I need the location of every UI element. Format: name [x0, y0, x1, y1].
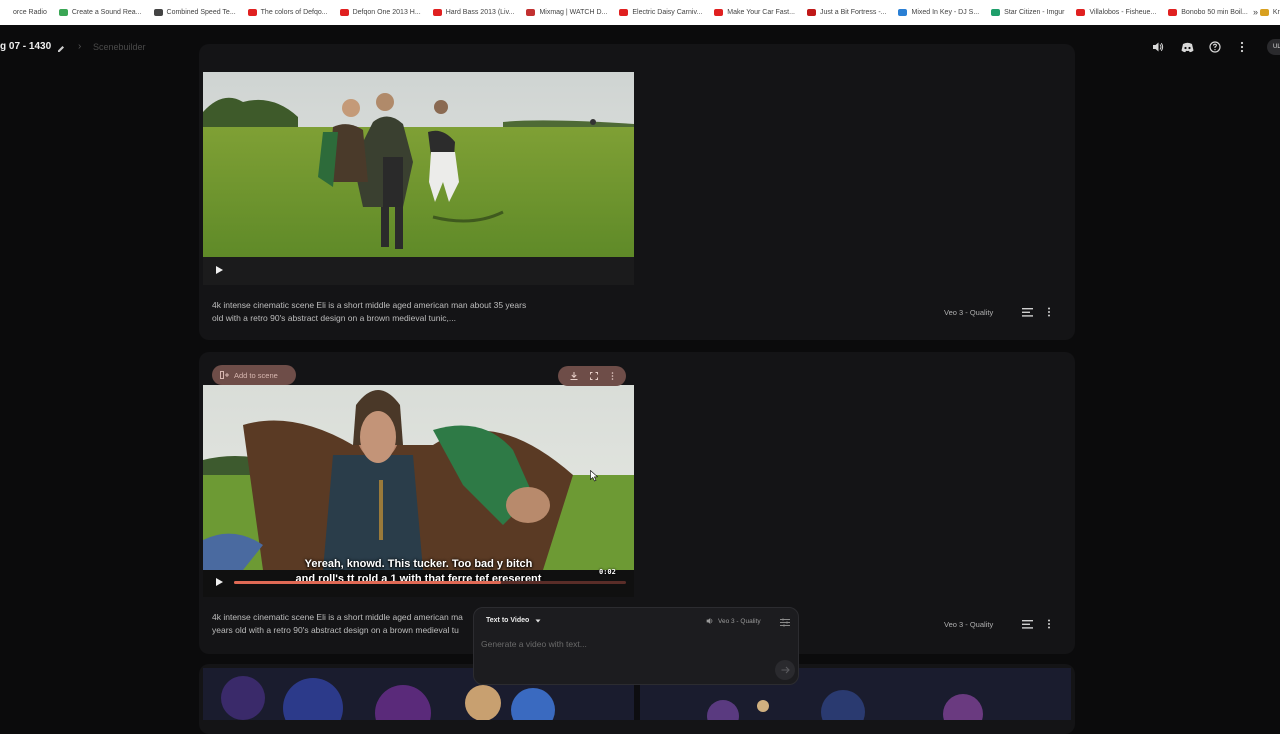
- reuse-prompt-icon[interactable]: [1021, 618, 1033, 630]
- bookmark-favicon-icon: [0, 9, 9, 16]
- help-icon[interactable]: [1208, 40, 1222, 54]
- breadcrumb-separator: ›: [78, 41, 82, 52]
- bookmark-item[interactable]: The colors of Defqo...: [247, 9, 328, 16]
- video-progress-bar[interactable]: [234, 581, 626, 584]
- bookmark-item[interactable]: Electric Daisy Carniv...: [619, 9, 702, 16]
- video-frame: [203, 72, 634, 257]
- bookmark-label: The colors of Defqo...: [260, 9, 328, 16]
- project-title[interactable]: g 07 - 1430: [0, 41, 51, 52]
- video-more-icon[interactable]: [611, 372, 614, 380]
- bookmark-item[interactable]: Star Citizen - Imgur: [991, 9, 1064, 16]
- video-tools: [558, 366, 626, 386]
- mode-dropdown[interactable]: Text to Video: [486, 617, 541, 624]
- bookmark-label: Villalobos - Fisheue...: [1089, 9, 1157, 16]
- download-icon[interactable]: [570, 372, 578, 380]
- discord-icon[interactable]: [1180, 40, 1194, 54]
- bookmarks-overflow-icon[interactable]: »: [1253, 7, 1258, 17]
- breadcrumb-scenebuilder[interactable]: Scenebuilder: [93, 42, 146, 52]
- add-scene-icon: [220, 371, 229, 379]
- bookmark-favicon-icon: [339, 9, 349, 16]
- bookmark-label: Hard Bass 2013 (Liv...: [445, 9, 515, 16]
- video-player[interactable]: [203, 72, 634, 285]
- bookmark-label: Combined Speed Te...: [166, 9, 236, 16]
- bookmark-label: Create a Sound Rea...: [71, 9, 142, 16]
- arrow-right-icon: [781, 666, 790, 674]
- clip-description: 4k intense cinematic scene Eli is a shor…: [212, 300, 527, 323]
- bookmark-favicon-icon: [619, 9, 629, 16]
- user-avatar[interactable]: UL: [1267, 39, 1280, 55]
- bookmark-label: Mixmag | WATCH D...: [539, 9, 608, 16]
- bookmark-label: Defqon One 2013 H...: [352, 9, 421, 16]
- bookmark-favicon-icon: [806, 9, 816, 16]
- bookmark-item[interactable]: Combined Speed Te...: [153, 9, 236, 16]
- bookmark-favicon-icon: [1076, 9, 1086, 16]
- model-label: Veo 3 - Quality: [944, 308, 994, 317]
- bookmarks-bar: orce Radio Create a Sound Rea... Combined …: [0, 0, 1280, 25]
- volume-icon[interactable]: [1151, 40, 1165, 54]
- bookmark-item[interactable]: Hard Bass 2013 (Liv...: [432, 9, 515, 16]
- send-button[interactable]: [775, 660, 795, 680]
- bookmark-item[interactable]: Create a Sound Rea...: [58, 9, 142, 16]
- bookmark-favicon-icon: [898, 9, 908, 16]
- bookmark-favicon-icon: [714, 9, 724, 16]
- bookmark-favicon-icon: [247, 9, 257, 16]
- bookmark-favicon-icon: [1259, 9, 1269, 16]
- bookmark-label: Just a Bit Fortress -...: [819, 9, 887, 16]
- bookmark-item[interactable]: Make Your Car Fast...: [714, 9, 795, 16]
- volume-icon: [706, 618, 713, 624]
- bookmark-item[interactable]: Villalobos - Fisheue...: [1076, 9, 1156, 16]
- bookmark-item[interactable]: Kritz.net: [1259, 9, 1280, 16]
- clip-more-icon[interactable]: [1043, 306, 1055, 318]
- bookmark-item[interactable]: Bonobo 50 min Boil...: [1168, 9, 1248, 16]
- reuse-prompt-icon[interactable]: [1021, 306, 1033, 318]
- bookmark-favicon-icon: [153, 9, 163, 16]
- bookmark-favicon-icon: [58, 9, 68, 16]
- bookmark-item[interactable]: Just a Bit Fortress -...: [806, 9, 887, 16]
- bookmark-favicon-icon: [526, 9, 536, 16]
- bookmark-label: Star Citizen - Imgur: [1004, 9, 1065, 16]
- bookmark-label: Kritz.net: [1272, 9, 1280, 16]
- bookmark-item[interactable]: orce Radio: [0, 9, 47, 16]
- add-to-scene-label: Add to scene: [234, 370, 278, 380]
- composer-model-selector[interactable]: Veo 3 - Quality: [706, 617, 761, 625]
- model-label: Veo 3 - Quality: [944, 620, 994, 629]
- bookmark-item[interactable]: Defqon One 2013 H...: [339, 9, 421, 16]
- clip-more-icon[interactable]: [1043, 618, 1055, 630]
- clip-description: 4k intense cinematic scene Eli is a shor…: [212, 612, 463, 635]
- video-progress-fill: [234, 581, 501, 584]
- mode-label: Text to Video: [486, 617, 530, 624]
- bookmark-item[interactable]: Mixed In Key - DJ S...: [898, 9, 979, 16]
- bookmark-label: Bonobo 50 min Boil...: [1181, 9, 1248, 16]
- chevron-down-icon: [535, 619, 541, 622]
- play-icon[interactable]: [214, 265, 224, 275]
- composer-model-label: Veo 3 - Quality: [718, 617, 761, 625]
- bookmark-favicon-icon: [432, 9, 442, 16]
- bookmark-favicon-icon: [1168, 9, 1178, 16]
- settings-sliders-icon[interactable]: [779, 616, 791, 628]
- edit-title-icon[interactable]: [56, 41, 66, 52]
- video-subtitle-line1: Yereah, knowd. This tucker. Too bad y bi…: [304, 558, 533, 570]
- bookmark-item[interactable]: Mixmag | WATCH D...: [526, 9, 607, 16]
- video-timecode: 0:02: [599, 568, 616, 576]
- bookmark-label: orce Radio: [13, 9, 47, 16]
- more-menu-icon[interactable]: [1235, 40, 1249, 54]
- add-to-scene-button[interactable]: Add to scene: [212, 365, 296, 385]
- fullscreen-icon[interactable]: [590, 372, 599, 380]
- bookmark-label: Mixed In Key - DJ S...: [911, 9, 980, 16]
- mouse-cursor-icon: [590, 470, 598, 482]
- bookmark-label: Electric Daisy Carniv...: [632, 9, 703, 16]
- video-subtitle-line2: and roll's tt rold a 1 with that ferre t…: [295, 573, 542, 581]
- bookmark-favicon-icon: [991, 9, 1001, 16]
- prompt-input[interactable]: [481, 638, 761, 650]
- bookmark-label: Make Your Car Fast...: [727, 9, 795, 16]
